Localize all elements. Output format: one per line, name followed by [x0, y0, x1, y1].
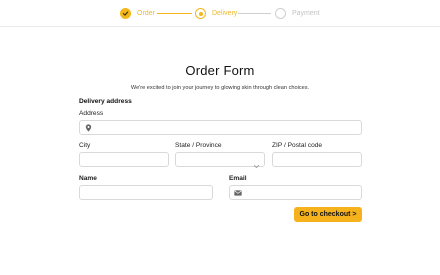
- page-subtitle: We're excited to join your journey to gl…: [130, 85, 310, 91]
- address-label: Address: [79, 110, 104, 117]
- step-delivery-label: Delivery: [212, 10, 238, 17]
- checkout-stepper: Order Delivery Payment: [0, 0, 440, 27]
- go-to-checkout-button[interactable]: Go to checkout >: [294, 207, 362, 222]
- chevron-down-icon: [253, 157, 260, 168]
- step-connector-2: [238, 13, 271, 15]
- name-label: Name: [79, 175, 97, 182]
- state-select[interactable]: [175, 152, 265, 168]
- step-order-label: Order: [137, 10, 155, 17]
- city-label: City: [79, 142, 91, 149]
- state-label: State / Province: [175, 142, 222, 149]
- step-delivery[interactable]: Delivery: [195, 8, 237, 19]
- check-icon: [120, 8, 131, 19]
- section-title: Delivery address: [79, 98, 132, 105]
- map-pin-icon: [84, 124, 92, 132]
- pending-step-icon: [275, 8, 286, 19]
- email-label: Email: [229, 175, 247, 182]
- mail-icon: [234, 189, 242, 197]
- step-connector-1: [157, 13, 192, 15]
- active-step-icon: [195, 8, 206, 19]
- address-field[interactable]: [79, 120, 362, 135]
- email-field[interactable]: [229, 185, 362, 200]
- page-title: Order Form: [185, 63, 255, 78]
- name-field[interactable]: [79, 185, 213, 200]
- step-payment[interactable]: Payment: [275, 8, 320, 19]
- step-payment-label: Payment: [292, 10, 320, 17]
- city-field[interactable]: [79, 152, 169, 167]
- zip-label: ZIP / Postal code: [272, 142, 323, 149]
- zip-field[interactable]: [272, 152, 362, 167]
- step-order[interactable]: Order: [120, 8, 155, 19]
